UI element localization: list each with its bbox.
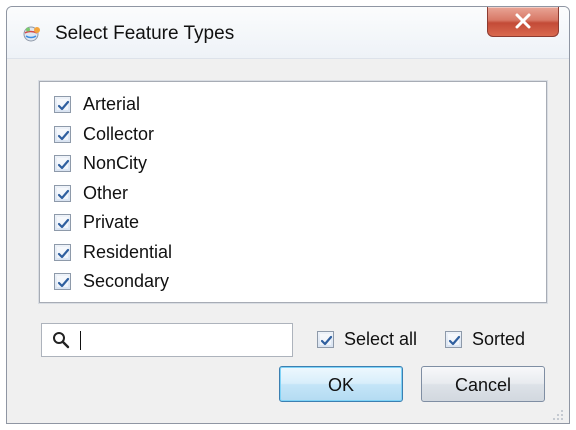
select-all-option[interactable]: Select all: [317, 329, 417, 350]
check-icon: [320, 335, 333, 346]
list-item-label: Private: [83, 212, 140, 233]
check-icon: [57, 160, 70, 170]
check-icon: [57, 130, 70, 140]
check-icon: [448, 335, 461, 346]
window-title: Select Feature Types: [55, 23, 235, 44]
dialog-window: Select Feature Types Arterial Collector …: [6, 6, 570, 424]
list-item-residential[interactable]: Residential: [54, 238, 544, 268]
text-caret: [80, 331, 81, 350]
feature-type-list[interactable]: Arterial Collector NonCity Other Private…: [39, 81, 547, 303]
other-checkbox[interactable]: [54, 184, 71, 202]
list-item-other[interactable]: Other: [54, 179, 544, 209]
globe-app-icon: [21, 25, 43, 43]
select-all-label: Select all: [344, 329, 418, 349]
search-icon: [52, 331, 70, 349]
list-item-collector[interactable]: Collector: [54, 120, 544, 150]
search-input[interactable]: [76, 327, 284, 353]
cancel-button[interactable]: Cancel: [421, 366, 545, 402]
residential-checkbox[interactable]: [54, 243, 71, 261]
check-icon: [57, 101, 70, 111]
check-icon: [57, 248, 70, 258]
close-button[interactable]: [487, 7, 559, 37]
list-item-label: Arterial: [83, 94, 141, 115]
check-icon: [57, 189, 70, 199]
dialog-content: Arterial Collector NonCity Other Private…: [7, 59, 569, 423]
collector-checkbox[interactable]: [54, 125, 71, 143]
sorted-checkbox[interactable]: [445, 331, 462, 348]
list-item-label: Secondary: [83, 271, 170, 292]
list-item-noncity[interactable]: NonCity: [54, 149, 544, 179]
search-box[interactable]: [41, 323, 293, 357]
list-item-label: Other: [83, 182, 129, 203]
list-item-private[interactable]: Private: [54, 208, 544, 238]
check-icon: [57, 278, 70, 288]
resize-grip-icon[interactable]: [552, 408, 564, 420]
private-checkbox[interactable]: [54, 214, 71, 232]
secondary-checkbox[interactable]: [54, 273, 71, 291]
list-item-label: NonCity: [83, 153, 148, 174]
title-bar: Select Feature Types: [7, 7, 569, 59]
list-item-label: Collector: [83, 123, 155, 144]
list-item-arterial[interactable]: Arterial: [54, 90, 544, 120]
check-icon: [57, 219, 70, 229]
select-all-checkbox[interactable]: [317, 331, 334, 348]
close-icon: [515, 13, 531, 29]
ok-button[interactable]: OK: [279, 366, 403, 402]
list-item-label: Residential: [83, 241, 173, 262]
list-item-secondary[interactable]: Secondary: [54, 267, 544, 297]
sorted-option[interactable]: Sorted: [445, 329, 525, 350]
sorted-label: Sorted: [472, 329, 526, 349]
arterial-checkbox[interactable]: [54, 96, 71, 114]
noncity-checkbox[interactable]: [54, 155, 71, 173]
